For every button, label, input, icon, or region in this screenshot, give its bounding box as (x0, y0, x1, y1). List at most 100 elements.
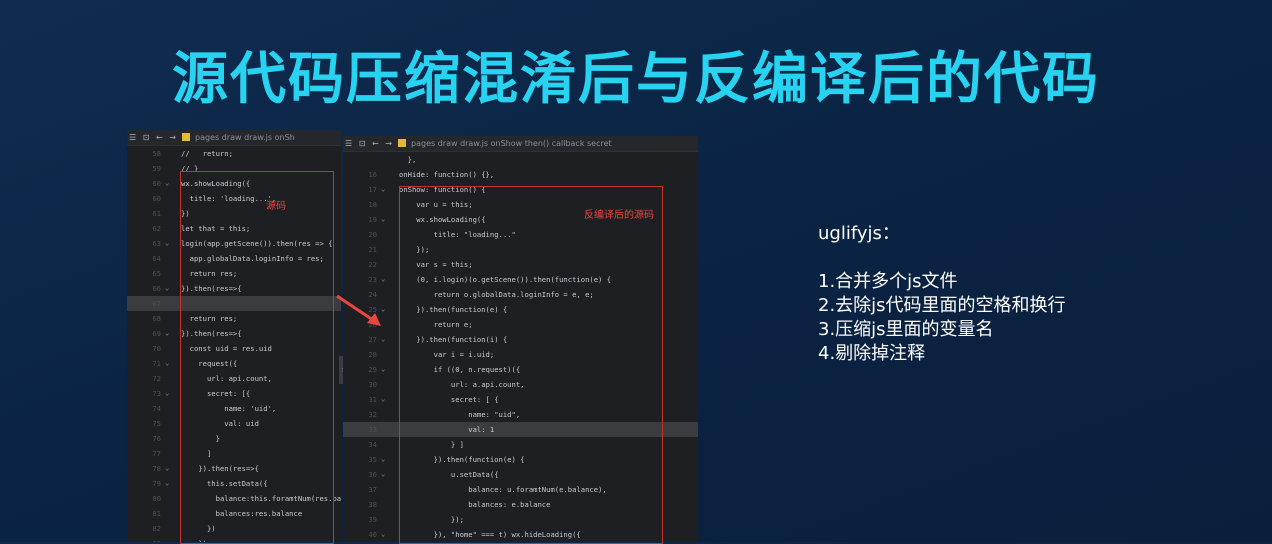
code-line[interactable]: 33 val: 1 (343, 422, 698, 437)
code-line[interactable]: 61}) (127, 206, 341, 221)
code-line[interactable]: 60 ⌄ wx.showLoading({ (127, 176, 341, 191)
code-line[interactable]: 24 return o.globalData.loginInfo = e, e; (343, 287, 698, 302)
code-line[interactable]: 83 }) (127, 536, 341, 542)
code-line[interactable]: 20 title: "loading..." (343, 227, 698, 242)
code-text: return e; (399, 320, 473, 329)
code-line[interactable]: 34 } ] (343, 437, 698, 452)
line-number: 19 (368, 215, 377, 224)
line-number: 63 (152, 239, 161, 248)
code-line[interactable]: 21 }); (343, 242, 698, 257)
code-line[interactable]: 22 var s = this; (343, 257, 698, 272)
code-line[interactable]: 32 name: "uid", (343, 407, 698, 422)
fold-chevron-icon[interactable]: ⌄ (381, 212, 385, 227)
code-text: u.setData({ (399, 470, 499, 479)
code-line[interactable]: 64 app.globalData.loginInfo = res; (127, 251, 341, 266)
line-number: 34 (368, 440, 377, 449)
fold-chevron-icon[interactable]: ⌄ (381, 452, 385, 467)
line-number: 32 (368, 410, 377, 419)
fold-chevron-icon[interactable]: ⌄ (381, 362, 385, 377)
fold-chevron-icon[interactable]: ⌄ (381, 527, 385, 542)
line-number: 73 (152, 389, 161, 398)
forward-arrow-icon[interactable]: → (385, 139, 392, 148)
fold-chevron-icon[interactable]: ⌄ (381, 182, 385, 197)
code-line[interactable]: 40 ⌄ }), "home" === t) wx.hideLoading({ (343, 527, 698, 542)
bookmark-icon[interactable]: ⊡ (143, 133, 150, 142)
code-text: }).then(res=>{ (181, 329, 242, 338)
code-lines[interactable]: 58// return; 59// } 60 ⌄ wx.showLoading({60 … (127, 146, 341, 542)
fold-chevron-icon[interactable]: ⌄ (165, 176, 169, 191)
code-line[interactable]: 70 const uid = res.uid (127, 341, 341, 356)
code-line[interactable]: 69 ⌄}).then(res=>{ (127, 326, 341, 341)
code-line[interactable]: 27 ⌄ }).then(function(i) { (343, 332, 698, 347)
code-text: secret: [ { (399, 395, 499, 404)
code-line[interactable]: 16 onHide: function() {}, (343, 167, 698, 182)
fold-chevron-icon[interactable]: ⌄ (381, 392, 385, 407)
code-line[interactable]: 67 (127, 296, 341, 311)
code-line[interactable]: 62 let that = this; (127, 221, 341, 236)
code-line[interactable]: 65 return res; (127, 266, 341, 281)
code-text: val: 1 (399, 425, 495, 434)
fold-chevron-icon[interactable]: ⌄ (165, 461, 169, 476)
back-arrow-icon[interactable]: ← (372, 139, 379, 148)
code-line[interactable]: 79 ⌄ this.setData({ (127, 476, 341, 491)
code-line[interactable]: 59 // } (127, 161, 341, 176)
code-line[interactable]: 71 ⌄ request({ (127, 356, 341, 371)
code-line[interactable]: 77 ] (127, 446, 341, 461)
code-line[interactable]: 68 return res; (127, 311, 341, 326)
code-line[interactable]: 25 ⌄ }).then(function(e) { (343, 302, 698, 317)
code-text: title: 'loading...', (181, 194, 277, 203)
code-line[interactable]: 73 ⌄ secret: [{ (127, 386, 341, 401)
code-line[interactable]: 23 ⌄ (0, i.login)(o.getScene()).then(func… (343, 272, 698, 287)
line-number: 67 (152, 299, 161, 308)
code-line[interactable]: 37 balance: u.foramtNum(e.balance), (343, 482, 698, 497)
code-line[interactable]: 26 return e; (343, 317, 698, 332)
fold-chevron-icon[interactable]: ⌄ (381, 272, 385, 287)
code-line[interactable]: 66 ⌄}).then(res=>{ (127, 281, 341, 296)
fold-chevron-icon[interactable]: ⌄ (165, 236, 169, 251)
code-line[interactable]: 60 title: 'loading...', (127, 191, 341, 206)
code-line[interactable]: 29 ⌄ if ((0, n.request)({ (343, 362, 698, 377)
breadcrumb[interactable]: ☰ ⊡ ← → pages draw draw.js onShow then()… (343, 136, 698, 152)
menu-icon[interactable]: ☰ (345, 139, 352, 148)
source-label: 源码 (266, 201, 286, 212)
back-arrow-icon[interactable]: ← (156, 133, 163, 142)
fold-chevron-icon[interactable]: ⌄ (165, 476, 169, 491)
line-number: 66 (152, 284, 161, 293)
code-text: }).then(function(e) { (399, 455, 525, 464)
fold-chevron-icon[interactable]: ⌄ (165, 386, 169, 401)
code-line[interactable]: 39 }); (343, 512, 698, 527)
code-line[interactable]: 78 ⌄ }).then(res=>{ (127, 461, 341, 476)
menu-icon[interactable]: ☰ (129, 133, 136, 142)
code-line[interactable]: 63 ⌄ login(app.getScene()).then(res => { (127, 236, 341, 251)
fold-chevron-icon[interactable]: ⌄ (381, 467, 385, 482)
code-text: } (181, 434, 220, 443)
fold-chevron-icon[interactable]: ⌄ (381, 332, 385, 347)
code-line[interactable]: 31 ⌄ secret: [ { (343, 392, 698, 407)
code-line[interactable]: }, (343, 152, 698, 167)
bookmark-icon[interactable]: ⊡ (359, 139, 366, 148)
line-number: 18 (368, 200, 377, 209)
code-line[interactable]: 72 url: api.count, (127, 371, 341, 386)
code-line[interactable]: 74 name: 'uid', (127, 401, 341, 416)
code-line[interactable]: 81 balances:res.balance (127, 506, 341, 521)
line-number: 78 (152, 464, 161, 473)
code-line[interactable]: 36 ⌄ u.setData({ (343, 467, 698, 482)
forward-arrow-icon[interactable]: → (169, 133, 176, 142)
code-text: balances: e.balance (399, 500, 551, 509)
code-line[interactable]: 38 balances: e.balance (343, 497, 698, 512)
fold-chevron-icon[interactable]: ⌄ (165, 281, 169, 296)
code-line[interactable]: 28 var i = i.uid; (343, 347, 698, 362)
code-line[interactable]: 76 } (127, 431, 341, 446)
code-line[interactable]: 17 ⌄ onShow: function() { (343, 182, 698, 197)
code-text: name: 'uid', (181, 404, 277, 413)
fold-chevron-icon[interactable]: ⌄ (165, 326, 169, 341)
breadcrumb[interactable]: ☰ ⊡ ← → pages draw draw.js onSh (127, 130, 341, 146)
fold-chevron-icon[interactable]: ⌄ (165, 356, 169, 371)
js-file-icon (182, 133, 191, 141)
code-line[interactable]: 30 url: a.api.count, (343, 377, 698, 392)
code-line[interactable]: 35 ⌄ }).then(function(e) { (343, 452, 698, 467)
code-line[interactable]: 58 // return; (127, 146, 341, 161)
code-line[interactable]: 80 balance:this.foramtNum(res.bal (127, 491, 341, 506)
code-line[interactable]: 82 }) (127, 521, 341, 536)
code-line[interactable]: 75 val: uid (127, 416, 341, 431)
